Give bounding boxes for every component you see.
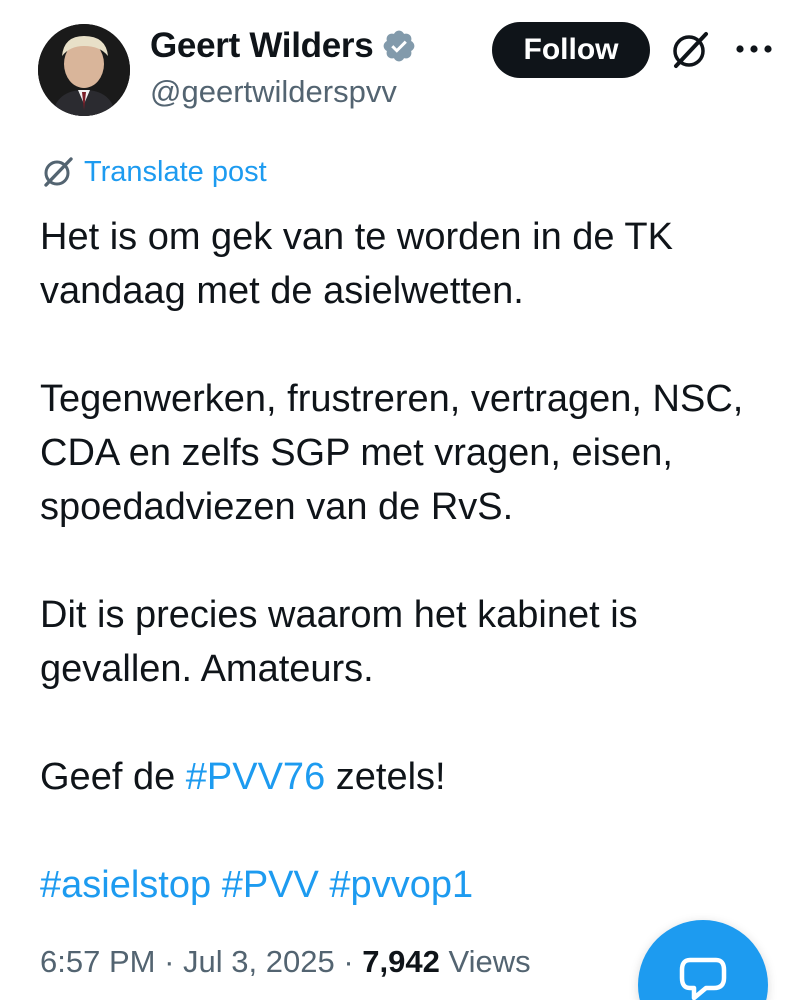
follow-button[interactable]: Follow: [492, 22, 650, 78]
translate-label: Translate post: [84, 155, 267, 188]
avatar[interactable]: [38, 24, 130, 116]
reply-fab-button[interactable]: [638, 920, 768, 1000]
translate-post-link[interactable]: Translate post: [40, 154, 267, 190]
hashtag-row: #asielstop #PVV #pvvop1: [40, 858, 780, 912]
profile-photo-icon: [38, 24, 130, 116]
hashtag-link[interactable]: #asielstop: [40, 864, 211, 906]
author-display-name[interactable]: Geert Wilders: [150, 26, 374, 66]
post-text: Het is om gek van te worden in de TK van…: [40, 210, 780, 912]
post-meta: 6:57 PM · Jul 3, 2025 · 7,942 Views: [40, 944, 531, 980]
author-handle[interactable]: @geertwilderspvv: [150, 74, 417, 110]
post-paragraph: Tegenwerken, frustreren, vertragen, NSC,…: [40, 378, 744, 528]
post-paragraph: Dit is precies waarom het kabinet is gev…: [40, 594, 638, 690]
hashtag-link[interactable]: #pvvop1: [329, 864, 473, 906]
author-block: Geert Wilders @geertwilderspvv: [150, 24, 417, 110]
meta-separator: ·: [343, 944, 354, 979]
views-label: Views: [448, 944, 531, 979]
post-time[interactable]: 6:57 PM: [40, 944, 155, 979]
name-row: Geert Wilders: [150, 24, 417, 68]
post-text-segment: Geef de: [40, 756, 186, 798]
post-date[interactable]: Jul 3, 2025: [183, 944, 335, 979]
hashtag-link[interactable]: #PVV: [222, 864, 319, 906]
post-header: Geert Wilders @geertwilderspvv Follow: [0, 0, 812, 140]
views-count: 7,942: [362, 944, 440, 979]
post-paragraph: Het is om gek van te worden in de TK van…: [40, 216, 673, 312]
meta-separator: ·: [164, 944, 175, 979]
more-icon[interactable]: [734, 34, 774, 64]
reply-compose-icon: [679, 957, 727, 1000]
verified-badge-icon: [384, 30, 415, 62]
post-text-segment: zetels!: [325, 756, 446, 798]
grok-icon[interactable]: [668, 28, 712, 72]
hashtag-link[interactable]: #PVV76: [186, 756, 325, 798]
post-paragraph: Geef de #PVV76 zetels!: [40, 750, 780, 804]
translate-icon: [44, 157, 73, 187]
